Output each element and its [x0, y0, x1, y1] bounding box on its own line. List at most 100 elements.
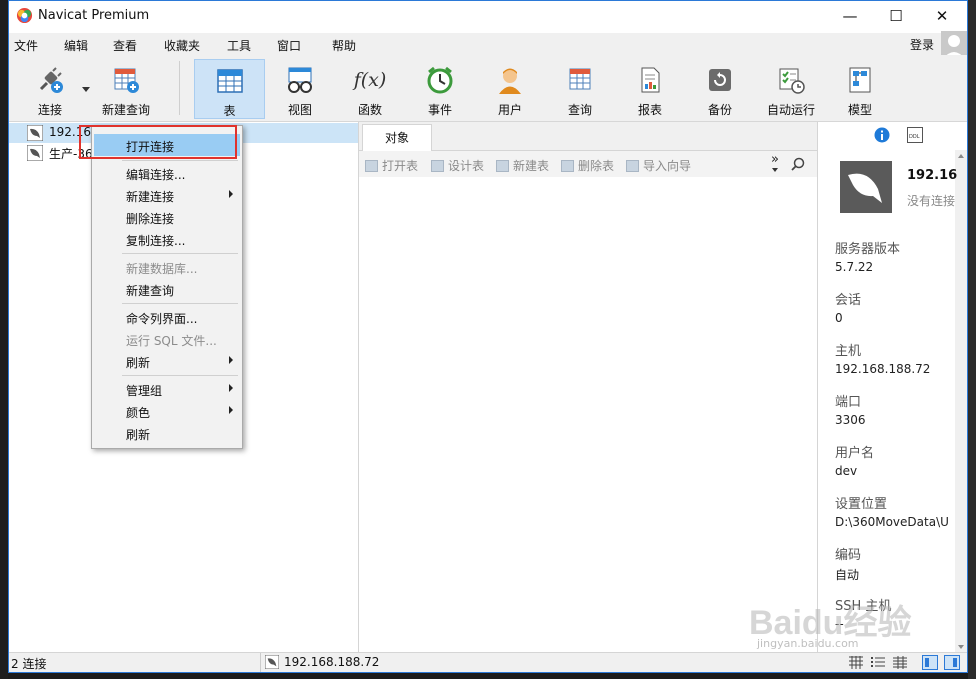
toolbar-new-query-button[interactable]: 新建查询 — [95, 59, 157, 119]
toolbar-user-button[interactable]: 用户 — [475, 59, 545, 119]
menu-file[interactable]: 文件 — [14, 37, 38, 54]
toolbar-report-button[interactable]: 报表 — [615, 59, 685, 119]
background-strip-left — [0, 0, 8, 679]
toolbar-function-label: 函数 — [357, 103, 382, 117]
new-table-button[interactable]: 新建表 — [496, 157, 549, 174]
toolbar-table-button[interactable]: 表 — [194, 59, 265, 119]
scroll-up-arrow[interactable] — [955, 151, 967, 161]
list-view-icon[interactable] — [871, 656, 885, 669]
more-button[interactable]: » — [771, 152, 779, 167]
menu-item-edit-connection[interactable]: 编辑连接... — [94, 162, 240, 184]
import-wizard-button[interactable]: 导入向导 — [626, 157, 691, 174]
chevron-down-icon[interactable] — [772, 168, 778, 173]
menu-help[interactable]: 帮助 — [332, 37, 356, 54]
open-table-button[interactable]: 打开表 — [365, 157, 418, 174]
ddl-icon[interactable]: DDL — [907, 127, 923, 143]
table-icon — [216, 69, 243, 93]
toolbar-new-query-label: 新建查询 — [101, 103, 150, 117]
toolbar-connect-button[interactable]: 连接 — [17, 59, 83, 119]
submenu-arrow-icon — [229, 356, 233, 364]
info-label: 编码 — [835, 548, 862, 563]
info-pane: DDL 192.16 没有连接 服务器版本 5.7.22 会话 0 主机 192… — [817, 122, 967, 652]
scroll-down-arrow[interactable] — [955, 642, 967, 652]
menu-item-label: 编辑连接... — [126, 168, 186, 182]
menu-separator — [122, 160, 238, 161]
highlight-annotation-box — [79, 125, 237, 159]
menu-separator — [122, 375, 238, 376]
menu-item-label: 颜色 — [126, 406, 151, 420]
toolbar-model-label: 模型 — [847, 103, 872, 117]
mysql-dolphin-icon — [27, 125, 43, 141]
detail-view-icon[interactable] — [893, 656, 907, 669]
menu-tools[interactable]: 工具 — [227, 37, 251, 54]
tab-objects[interactable]: 对象 — [362, 124, 432, 151]
menu-window[interactable]: 窗口 — [277, 37, 301, 54]
toolbar-table-label: 表 — [223, 104, 236, 118]
info-value: 5.7.22 — [835, 260, 874, 274]
left-panel-toggle-icon[interactable] — [922, 655, 938, 670]
new-table-icon — [496, 160, 509, 172]
menu-item-label: 管理组 — [126, 384, 163, 398]
menu-item-label: 刷新 — [126, 356, 151, 370]
chevron-down-icon[interactable] — [82, 87, 90, 93]
toolbar-event-label: 事件 — [427, 103, 452, 117]
menu-edit[interactable]: 编辑 — [64, 37, 88, 54]
minimize-button[interactable]: — — [827, 1, 873, 31]
backup-icon — [709, 69, 731, 91]
toolbar-view-label: 视图 — [287, 103, 312, 117]
view-icon — [288, 67, 312, 93]
menu-item-color[interactable]: 颜色 — [94, 400, 240, 422]
new-query-icon — [114, 68, 139, 93]
login-link[interactable]: 登录 — [910, 36, 934, 53]
toolbar-connect-label: 连接 — [37, 103, 62, 117]
menu-item-command-line[interactable]: 命令列界面... — [94, 306, 240, 328]
toolbar-query-button[interactable]: 查询 — [545, 59, 615, 119]
submenu-arrow-icon — [229, 406, 233, 414]
import-wizard-icon — [626, 160, 639, 172]
menu-view[interactable]: 查看 — [113, 37, 137, 54]
info-icon[interactable] — [874, 127, 890, 143]
mysql-dolphin-icon — [27, 145, 43, 161]
info-connection-status: 没有连接 — [907, 194, 956, 208]
grid-view-icon[interactable] — [849, 656, 863, 669]
close-button[interactable]: ✕ — [919, 1, 965, 31]
info-scrollbar[interactable] — [955, 150, 967, 652]
menu-item-refresh[interactable]: 刷新 — [94, 422, 240, 444]
menu-item-manage-group[interactable]: 管理组 — [94, 378, 240, 400]
toolbar-schedule-button[interactable]: 自动运行 — [755, 59, 827, 119]
menu-item-copy-connection[interactable]: 复制连接... — [94, 228, 240, 250]
menu-item-label: 运行 SQL 文件... — [126, 334, 217, 348]
submenu-arrow-icon — [229, 190, 233, 198]
window-title: Navicat Premium — [38, 8, 150, 23]
function-icon: f(x) — [353, 69, 387, 91]
info-value: 192.168.188.72 — [835, 362, 931, 376]
toolbar-event-button[interactable]: 事件 — [405, 59, 475, 119]
toolbar-model-button[interactable]: 模型 — [827, 59, 893, 119]
menu-item-new-connection[interactable]: 新建连接 — [94, 184, 240, 206]
menu-item-new-query[interactable]: 新建查询 — [94, 278, 240, 300]
navicat-logo-icon — [16, 7, 33, 24]
search-icon[interactable] — [791, 157, 805, 171]
maximize-button[interactable]: ☐ — [873, 1, 919, 31]
menu-favorites[interactable]: 收藏夹 — [164, 37, 200, 54]
delete-table-button[interactable]: 删除表 — [561, 157, 614, 174]
toolbar-backup-label: 备份 — [707, 103, 732, 117]
toolbar-backup-button[interactable]: 备份 — [685, 59, 755, 119]
design-table-button[interactable]: 设计表 — [431, 157, 484, 174]
object-toolbar: 打开表 设计表 新建表 删除表 导入向导 » — [359, 151, 817, 177]
toolbar-view-button[interactable]: 视图 — [265, 59, 335, 119]
right-panel-toggle-icon[interactable] — [944, 655, 960, 670]
menu-item-label: 复制连接... — [126, 234, 186, 248]
toolbar-function-button[interactable]: f(x) 函数 — [335, 59, 405, 119]
menu-item-refresh-sub[interactable]: 刷新 — [94, 350, 240, 372]
main-toolbar: 连接 新建查询 表 视图 f(x) 函数 事件 用户 查询 报表 备份 自动运行… — [9, 55, 967, 122]
background-strip-right — [968, 0, 976, 679]
svg-text:DDL: DDL — [909, 134, 920, 140]
model-icon — [849, 67, 871, 93]
toolbar-separator — [179, 61, 180, 115]
schedule-icon — [779, 68, 805, 94]
menu-item-delete-connection[interactable]: 删除连接 — [94, 206, 240, 228]
info-value: 自动 — [835, 568, 860, 582]
toolbar-report-label: 报表 — [637, 103, 662, 117]
info-connection-name: 192.16 — [907, 168, 958, 183]
